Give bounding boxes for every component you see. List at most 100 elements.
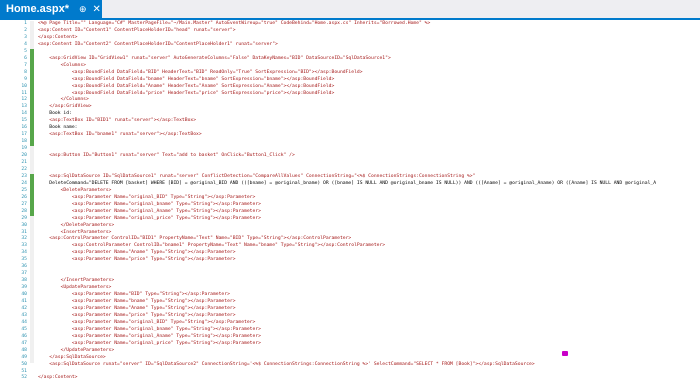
code-line[interactable]: 9 <asp:BoundField DataField="bname" Head… [0,77,700,84]
code-line[interactable]: 13 </asp:GridView> [0,104,700,111]
line-text: </asp:SqlDataSource> [38,354,106,360]
text-caret-icon [562,351,568,356]
line-text: <asp:GridView ID="GridView1" runat="serv… [38,55,391,61]
line-text: <asp:Parameter Name="original_Aname" Typ… [38,333,261,339]
code-line[interactable]: 47 <asp:Parameter Name="original_price" … [0,341,700,348]
line-text: DeleteCommand="DELETE FROM [basket] WHER… [38,180,657,186]
line-number: 25 [21,187,27,193]
code-line[interactable]: 25 <DeleteParameters> [0,188,700,195]
line-text: </UpdateParameters> [38,347,115,353]
code-line[interactable]: 29 <asp:Parameter Name="original_price" … [0,216,700,223]
line-number: 44 [21,319,27,325]
close-icon[interactable]: ✕ [93,4,101,15]
line-text: <asp:BoundField DataField="Aname" Header… [38,83,335,89]
line-number: 19 [21,146,27,152]
line-text: <asp:TextBox ID="bname1" runat="server">… [38,132,202,138]
code-line[interactable]: 40 <asp:Parameter Name="BID" Type="Strin… [0,292,700,299]
code-line[interactable]: 24 DeleteCommand="DELETE FROM [basket] W… [0,181,700,188]
code-line[interactable]: 15 <asp:TextBox ID="BID1" runat="server"… [0,118,700,125]
code-line[interactable]: 12 </Columns> [0,97,700,104]
line-number: 40 [21,292,27,298]
line-number: 9 [24,76,27,82]
tab-home-aspx[interactable]: Home.aspx* ⊕ ✕ [0,0,102,18]
line-text: <asp:Content ID="Content2" ContentPlaceH… [38,41,278,47]
pin-icon[interactable]: ⊕ [79,4,87,15]
code-line[interactable]: 8 <asp:BoundField DataField="BID" Header… [0,70,700,77]
change-marker [30,48,34,147]
line-text: <asp:Parameter Name="Aname" Type="String… [38,305,236,311]
code-line[interactable]: 41 <asp:Parameter Name="bname" Type="Str… [0,299,700,306]
code-line[interactable]: 44 <asp:Parameter Name="original_BID" Ty… [0,320,700,327]
code-line[interactable]: 18 [0,139,700,146]
line-number: 51 [21,368,27,374]
line-text: <asp:BoundField DataField="BID" HeaderTe… [38,69,363,75]
code-line[interactable]: 21 [0,160,700,167]
line-number: 28 [21,208,27,214]
code-line[interactable]: 23 <asp:SqlDataSource ID="SqlDataSource1… [0,174,700,181]
code-line[interactable]: 26 <asp:Parameter Name="original_BID" Ty… [0,195,700,202]
code-line[interactable]: 46 <asp:Parameter Name="original_Aname" … [0,334,700,341]
line-number: 27 [21,201,27,207]
line-number: 48 [21,347,27,353]
line-text: <asp:Parameter Name="original_price" Typ… [38,340,261,346]
line-number: 49 [21,354,27,360]
code-line[interactable]: 2 <asp:Content ID="Content1" ContentPlace… [0,28,700,35]
code-line[interactable]: 36 [0,264,700,271]
code-line[interactable]: 6 <asp:GridView ID="GridView1" runat="se… [0,56,700,63]
line-text: </asp:Content> [38,375,78,381]
code-line[interactable]: 19 [0,146,700,153]
line-text: <asp:Parameter Name="original_price" Typ… [38,215,261,221]
code-line[interactable]: 17 <asp:TextBox ID="bname1" runat="serve… [0,132,700,139]
change-marker [30,173,34,216]
line-text: <Columns> [38,62,86,68]
code-line[interactable]: 7 <Columns> [0,63,700,70]
code-line[interactable]: 30 </DeleteParameters> [0,223,700,230]
code-line[interactable]: 35 <asp:Parameter Name="price" Type="Str… [0,257,700,264]
code-line[interactable]: 42 <asp:Parameter Name="Aname" Type="Str… [0,306,700,313]
line-number: 10 [21,83,27,89]
line-number: 42 [21,305,27,311]
line-number: 5 [24,48,27,54]
code-line[interactable]: 28 <asp:Parameter Name="original_Aname" … [0,209,700,216]
code-line[interactable]: 27 <asp:Parameter Name="original_bname" … [0,202,700,209]
tab-underline [0,18,700,20]
code-line[interactable]: 1 <%@ Page Title="" Language="C#" MasterP… [0,21,700,28]
code-line[interactable]: 4 <asp:Content ID="Content2" ContentPlace… [0,42,700,49]
line-number: 4 [24,41,27,47]
line-number: 23 [21,173,27,179]
line-text: <%@ Page Title="" Language="C#" MasterPa… [38,21,431,26]
code-line[interactable]: 3 </asp:Content> [0,35,700,42]
code-line[interactable]: 45 <asp:Parameter Name="original_bname" … [0,327,700,334]
code-line[interactable]: 22 [0,167,700,174]
code-editor[interactable]: 1 <%@ Page Title="" Language="C#" MasterP… [0,21,700,380]
code-line[interactable]: 10 <asp:BoundField DataField="Aname" Hea… [0,84,700,91]
code-line[interactable]: 5 [0,49,700,56]
line-number: 26 [21,194,27,200]
code-line[interactable]: 52 </asp:Content> [0,375,700,382]
code-line[interactable]: 20 <asp:Button ID="Button1" runat="serve… [0,153,700,160]
line-text: <asp:Parameter Name="original_bname" Typ… [38,326,261,332]
line-text: <asp:Content ID="Content1" ContentPlaceH… [38,27,236,33]
line-text: <asp:SqlDataSource ID="SqlDataSource1" r… [38,173,476,179]
line-number: 8 [24,69,27,75]
code-line[interactable]: 49 </asp:SqlDataSource> [0,355,700,362]
line-text: <asp:BoundField DataField="bname" Header… [38,76,335,82]
line-number: 43 [21,312,27,318]
line-number: 6 [24,55,27,61]
line-number: 39 [21,285,27,291]
line-text: <asp:Parameter Name="original_BID" Type=… [38,194,256,200]
document-tab-bar: Home.aspx* ⊕ ✕ [0,0,700,18]
code-line[interactable]: 39 <UpdateParameters> [0,285,700,292]
code-line[interactable]: 43 <asp:Parameter Name="price" Type="Str… [0,313,700,320]
line-text: <asp:Parameter Name="price" Type="String… [38,257,236,263]
line-number: 2 [24,27,27,33]
line-number: 30 [21,222,27,228]
line-text: <asp:Parameter Name="original_BID" Type=… [38,319,256,325]
line-number: 22 [21,166,27,172]
code-line[interactable]: 51 [0,369,700,376]
line-number: 3 [24,34,27,40]
line-number: 52 [21,375,27,381]
code-line[interactable]: 48 </UpdateParameters> [0,348,700,355]
code-line[interactable]: 11 <asp:BoundField DataField="price" Hea… [0,91,700,98]
line-number: 21 [21,160,27,165]
